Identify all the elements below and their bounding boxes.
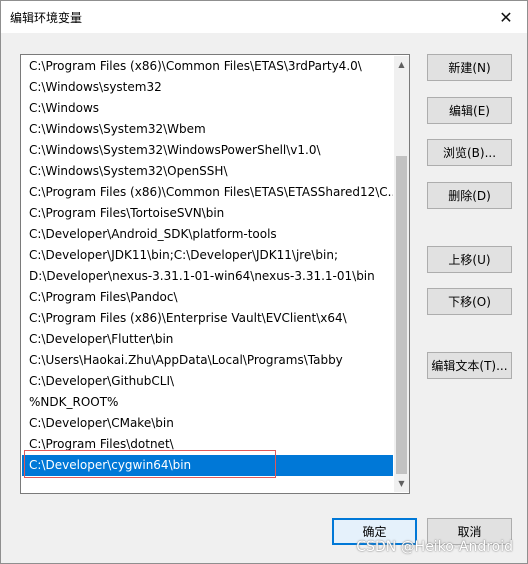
window-title: 编辑环境变量 <box>10 11 83 25</box>
edit-env-variable-dialog: 编辑环境变量 ✕ C:\Program Files (x86)\Common F… <box>0 0 528 564</box>
list-item[interactable]: C:\Program Files\TortoiseSVN\bin <box>22 203 393 224</box>
list-item[interactable]: C:\Program Files\dotnet\ <box>22 434 393 455</box>
close-icon[interactable]: ✕ <box>485 1 527 33</box>
list-item[interactable]: C:\Program Files\Pandoc\ <box>22 287 393 308</box>
move-down-button[interactable]: 下移(O) <box>427 288 512 315</box>
list-item[interactable]: C:\Windows <box>22 98 393 119</box>
scroll-thumb[interactable] <box>396 156 407 474</box>
list-item[interactable]: C:\Windows\System32\Wbem <box>22 119 393 140</box>
list-item[interactable]: C:\Windows\system32 <box>22 77 393 98</box>
list-item[interactable]: C:\Windows\System32\WindowsPowerShell\v1… <box>22 140 393 161</box>
list-item[interactable]: C:\Program Files (x86)\Common Files\ETAS… <box>22 56 393 77</box>
vertical-scrollbar[interactable]: ▲ ▼ <box>394 56 409 492</box>
list-item[interactable]: C:\Program Files (x86)\Common Files\ETAS… <box>22 182 393 203</box>
move-up-button[interactable]: 上移(U) <box>427 246 512 273</box>
list-item[interactable]: D:\Developer\nexus-3.31.1-01-win64\nexus… <box>22 266 393 287</box>
new-button[interactable]: 新建(N) <box>427 54 512 81</box>
list-item[interactable]: %NDK_ROOT% <box>22 392 393 413</box>
path-list[interactable]: C:\Program Files (x86)\Common Files\ETAS… <box>20 54 410 494</box>
title-bar: 编辑环境变量 ✕ <box>1 1 527 33</box>
edit-button[interactable]: 编辑(E) <box>427 97 512 124</box>
delete-button[interactable]: 删除(D) <box>427 182 512 209</box>
scroll-down-icon[interactable]: ▼ <box>394 475 409 492</box>
list-item[interactable]: C:\Developer\Android_SDK\platform-tools <box>22 224 393 245</box>
list-item[interactable]: C:\Developer\Flutter\bin <box>22 329 393 350</box>
list-item[interactable]: C:\Developer\JDK11\bin;C:\Developer\JDK1… <box>22 245 393 266</box>
edit-text-button[interactable]: 编辑文本(T)... <box>427 352 512 379</box>
list-item[interactable]: C:\Developer\cygwin64\bin <box>22 455 393 476</box>
watermark: CSDN @Heiko-Android <box>356 539 513 555</box>
list-item[interactable]: C:\Program Files (x86)\Enterprise Vault\… <box>22 308 393 329</box>
list-item[interactable]: C:\Users\Haokai.Zhu\AppData\Local\Progra… <box>22 350 393 371</box>
browse-button[interactable]: 浏览(B)... <box>427 139 512 166</box>
scroll-up-icon[interactable]: ▲ <box>394 56 409 73</box>
list-item[interactable]: C:\Developer\CMake\bin <box>22 413 393 434</box>
list-item[interactable]: C:\Windows\System32\OpenSSH\ <box>22 161 393 182</box>
list-item[interactable]: C:\Developer\GithubCLI\ <box>22 371 393 392</box>
path-list-items: C:\Program Files (x86)\Common Files\ETAS… <box>22 56 393 476</box>
